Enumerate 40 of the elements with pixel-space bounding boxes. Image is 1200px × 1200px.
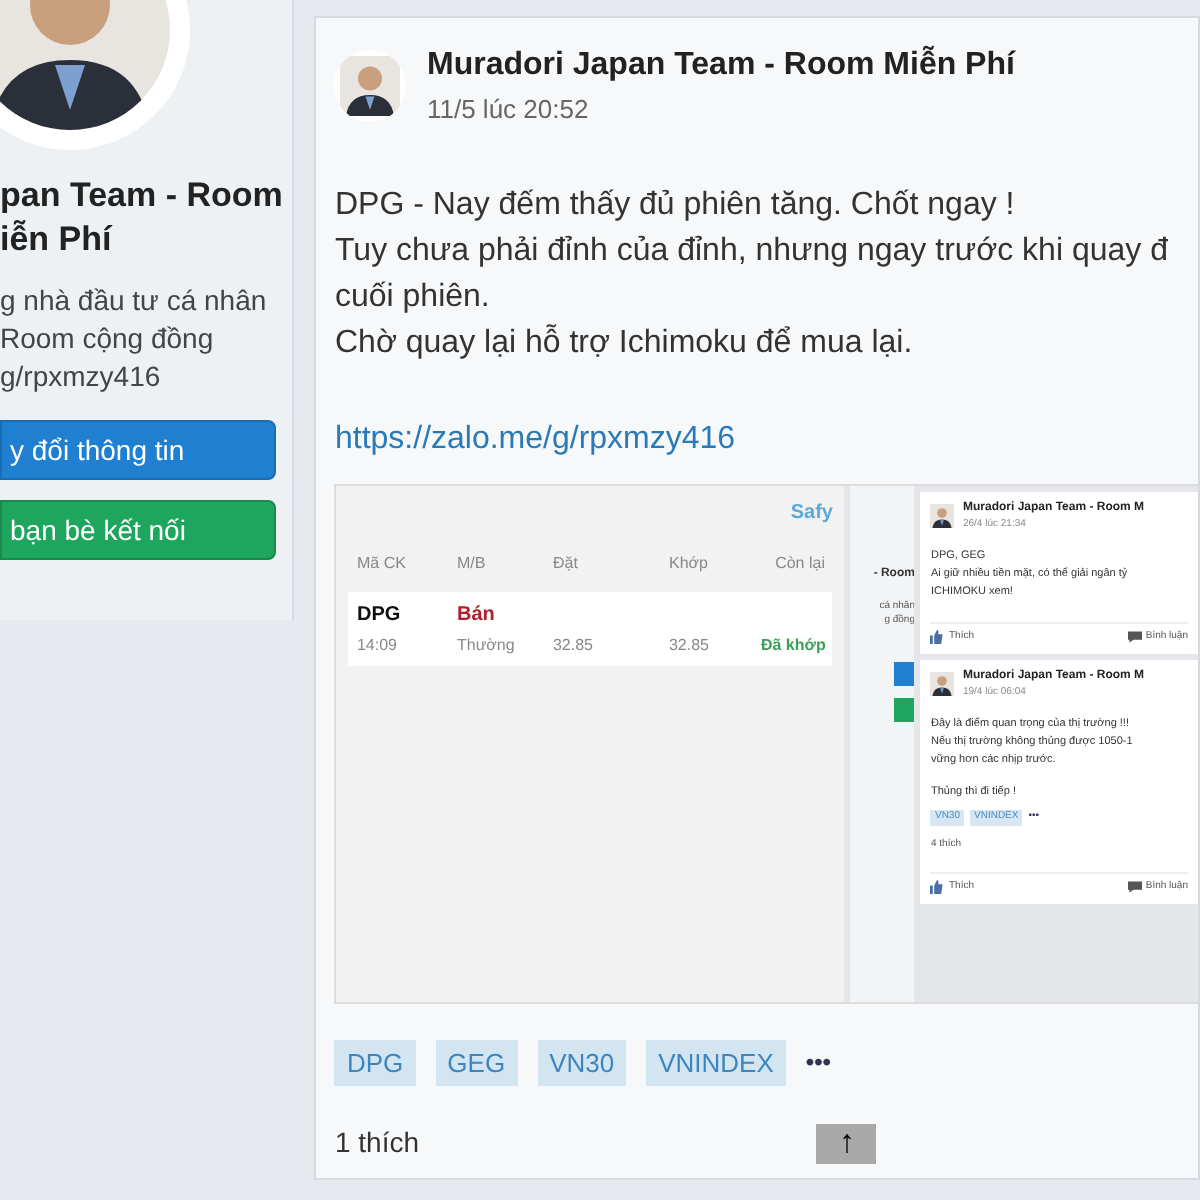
column-header: Còn lại (773, 551, 825, 575)
scroll-top-button[interactable]: ↑ (816, 1123, 877, 1163)
order-type: Thường (456, 633, 517, 657)
profile-name: pan Team - Room (0, 174, 285, 218)
order-side: Bán (456, 601, 497, 629)
tag[interactable]: VN30 (537, 1039, 627, 1086)
like-count: 1 thích (334, 1124, 422, 1162)
thumbs-up-icon (930, 880, 945, 895)
comment-icon (1127, 630, 1142, 645)
profile-description: g/rpxmzy416 (0, 358, 163, 396)
profile-description: g nhà đầu tư cá nhân (0, 282, 269, 320)
matched-price: 32.85 (668, 633, 712, 657)
post-text: DPG - Nay đếm thấy đủ phiên tăng. Chốt ngay ! (334, 185, 1017, 225)
tag[interactable]: DPG (334, 1039, 416, 1086)
post-link[interactable]: https://zalo.me/g/rpxmzy416 (334, 415, 736, 463)
comment-icon (1127, 880, 1142, 895)
more-tags[interactable]: ••• (805, 1044, 831, 1081)
tag[interactable]: VNINDEX (646, 1039, 786, 1086)
profile-description: Room cộng đồng (0, 320, 216, 358)
profile-name: iễn Phí (0, 218, 115, 262)
post-text: cuối phiên. (334, 277, 492, 317)
post-text: Chờ quay lại hỗ trợ Ichimoku để mua lại. (334, 322, 915, 363)
feed-avatar (930, 503, 955, 528)
friends-button[interactable]: bạn bè kết nối (0, 500, 277, 560)
brand-logo: Safy (790, 499, 833, 527)
post-text: Tuy chưa phải đỉnh của đỉnh, nhưng ngay trước khi quay đ (334, 231, 1170, 271)
order-status: Đã khớp (760, 633, 826, 657)
author-name[interactable]: Muradori Japan Team - Room Miễn Phí (426, 42, 1015, 90)
column-header: Khớp (668, 551, 710, 575)
column-header: Mã CK (356, 551, 408, 575)
feed-avatar (930, 671, 955, 696)
tag[interactable]: GEG (435, 1039, 518, 1086)
order-symbol: DPG (356, 601, 403, 629)
post-time: 11/5 lúc 20:52 (426, 92, 591, 128)
edit-info-button[interactable]: y đổi thông tin (0, 420, 277, 480)
column-header: Đặt (552, 551, 580, 575)
thumbs-up-icon (930, 630, 945, 645)
order-time: 14:09 (356, 633, 400, 657)
column-header: M/B (456, 551, 488, 575)
order-price: 32.85 (552, 633, 596, 657)
